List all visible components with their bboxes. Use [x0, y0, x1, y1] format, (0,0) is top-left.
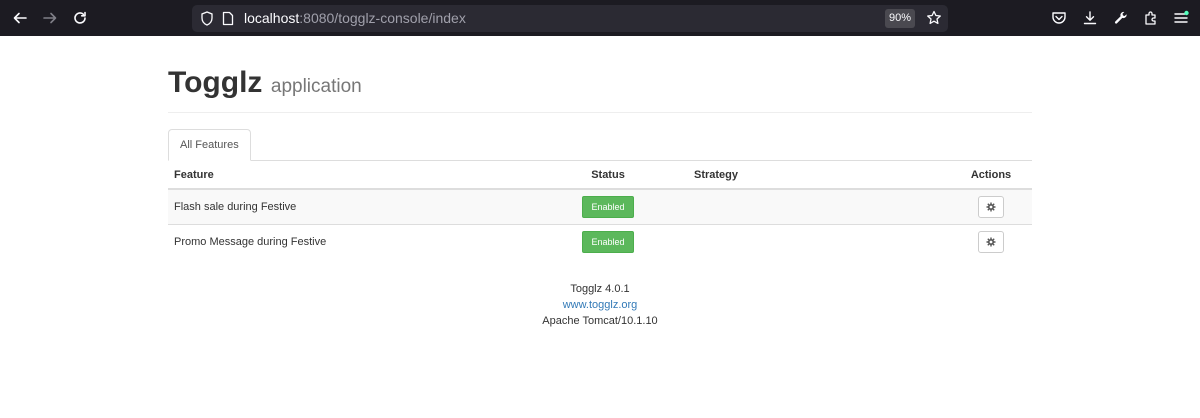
table-row: Promo Message during Festive Enabled [168, 224, 1032, 259]
page-header: Togglz application [168, 66, 1032, 113]
url-host: localhost [244, 10, 300, 26]
page-subtitle: application [270, 76, 362, 97]
edit-feature-button[interactable] [978, 231, 1004, 253]
column-header-feature: Feature [168, 161, 528, 190]
table-header-row: Feature Status Strategy Actions [168, 161, 1032, 190]
pocket-icon[interactable] [1050, 9, 1068, 27]
actions-cell [950, 188, 1032, 225]
status-cell: Enabled [528, 188, 688, 225]
reload-icon[interactable] [68, 6, 92, 30]
wrench-icon[interactable] [1112, 9, 1130, 27]
table-row: Flash sale during Festive Enabled [168, 188, 1032, 225]
gear-icon [986, 202, 996, 212]
status-toggle-button[interactable]: Enabled [582, 196, 634, 218]
zoom-badge[interactable]: 90% [885, 9, 915, 28]
footer-link[interactable]: www.togglz.org [563, 299, 638, 311]
url-text[interactable]: localhost:8080/togglz-console/index [244, 10, 466, 27]
edit-feature-button[interactable] [978, 196, 1004, 218]
footer-version: Togglz 4.0.1 [570, 283, 630, 295]
page-title: Togglz [168, 66, 263, 99]
url-bar[interactable]: localhost:8080/togglz-console/index 90% [192, 5, 948, 32]
back-arrow-icon[interactable] [8, 6, 32, 30]
browser-toolbar: localhost:8080/togglz-console/index 90% [0, 0, 1200, 36]
status-cell: Enabled [528, 224, 688, 259]
shield-icon[interactable] [200, 11, 214, 31]
features-table: Feature Status Strategy Actions Flash sa… [168, 161, 1032, 259]
star-icon[interactable] [926, 10, 942, 31]
column-header-actions: Actions [950, 161, 1032, 190]
hamburger-menu-icon[interactable] [1172, 9, 1190, 27]
column-header-strategy: Strategy [688, 161, 950, 190]
gear-icon [986, 237, 996, 247]
column-header-status: Status [528, 161, 688, 190]
strategy-cell [688, 224, 950, 259]
feature-name: Flash sale during Festive [168, 188, 528, 225]
tab-bar: All Features [168, 129, 1032, 161]
status-toggle-button[interactable]: Enabled [582, 231, 634, 253]
forward-arrow-icon[interactable] [38, 6, 62, 30]
url-path: :8080/togglz-console/index [299, 10, 466, 26]
footer-server: Apache Tomcat/10.1.10 [542, 315, 658, 327]
feature-name: Promo Message during Festive [168, 224, 528, 259]
tab-all-features[interactable]: All Features [168, 129, 251, 161]
strategy-cell [688, 188, 950, 225]
page-footer: Togglz 4.0.1 www.togglz.org Apache Tomca… [168, 281, 1032, 329]
page-container: Togglz application All Features Feature … [168, 36, 1032, 329]
actions-cell [950, 224, 1032, 259]
extensions-icon[interactable] [1142, 9, 1160, 27]
page-icon [222, 11, 234, 31]
download-icon[interactable] [1081, 9, 1099, 27]
